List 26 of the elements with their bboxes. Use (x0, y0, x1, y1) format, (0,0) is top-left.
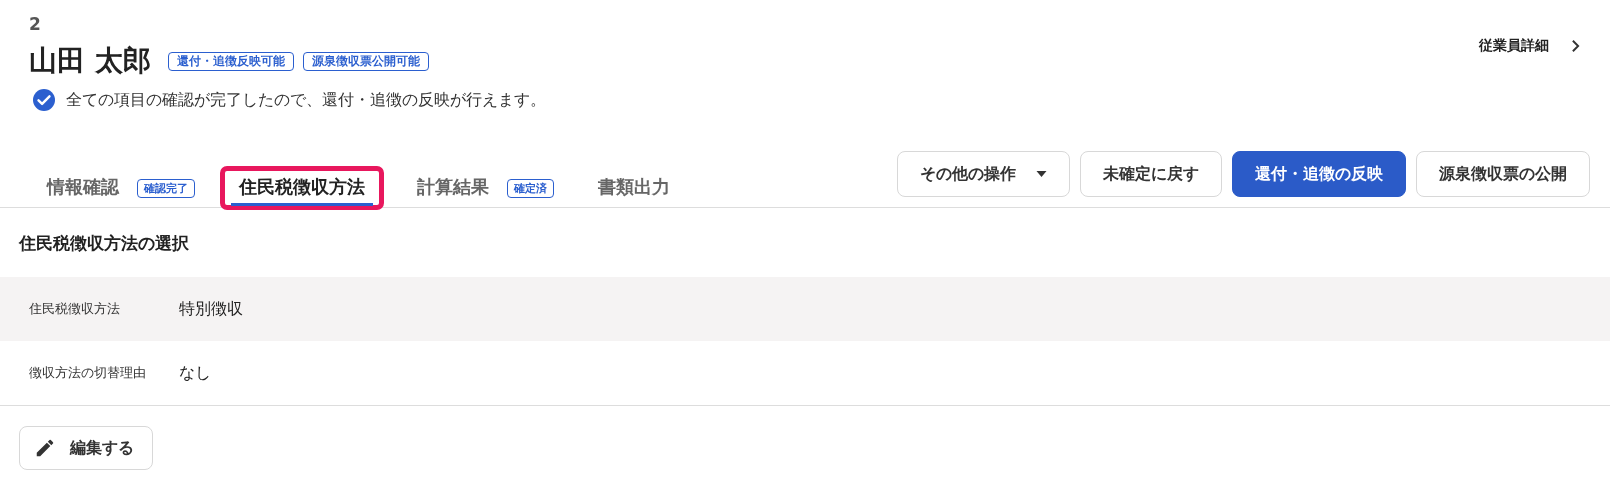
section-title: 住民税徴収方法の選択 (18, 232, 190, 255)
action-button[interactable]: 源泉徴収票の公開 (1416, 151, 1590, 197)
field-value: なし (179, 362, 211, 384)
status-badge: 源泉徴収票公開可能 (302, 51, 429, 71)
tab[interactable]: 住民税徴収方法 (231, 170, 373, 206)
status-message: 全ての項目の確認が完了したので、還付・追徴の反映が行えます。 (66, 89, 546, 111)
apply-button[interactable]: 還付・追徴の反映 (1232, 151, 1406, 197)
chevron-right-icon (1571, 39, 1580, 53)
tab[interactable]: 書類出力 (590, 170, 678, 206)
employee-number: 2 (29, 14, 42, 34)
employee-detail-link[interactable]: 従業員詳細 (1479, 34, 1580, 58)
more-actions-dropdown[interactable]: その他の操作 (897, 151, 1070, 197)
tab-badge: 確認完了 (137, 178, 195, 198)
employee-name: 山田 太郎 (29, 43, 151, 79)
edit-button[interactable]: 編集する (19, 426, 153, 470)
action-button[interactable]: 未確定に戻す (1080, 151, 1222, 197)
status-badge: 還付・追徴反映可能 (167, 51, 294, 71)
tab-badge: 確定済 (507, 178, 554, 198)
tab[interactable]: 計算結果 (409, 170, 497, 206)
tab[interactable]: 情報確認 (39, 170, 127, 206)
check-circle-icon (32, 88, 56, 112)
field-label: 住民税徴収方法 (29, 300, 121, 318)
caret-icon (1036, 171, 1047, 177)
field-label: 徴収方法の切替理由 (29, 364, 147, 382)
pencil-icon (34, 437, 56, 459)
field-value: 特別徴収 (179, 298, 243, 320)
